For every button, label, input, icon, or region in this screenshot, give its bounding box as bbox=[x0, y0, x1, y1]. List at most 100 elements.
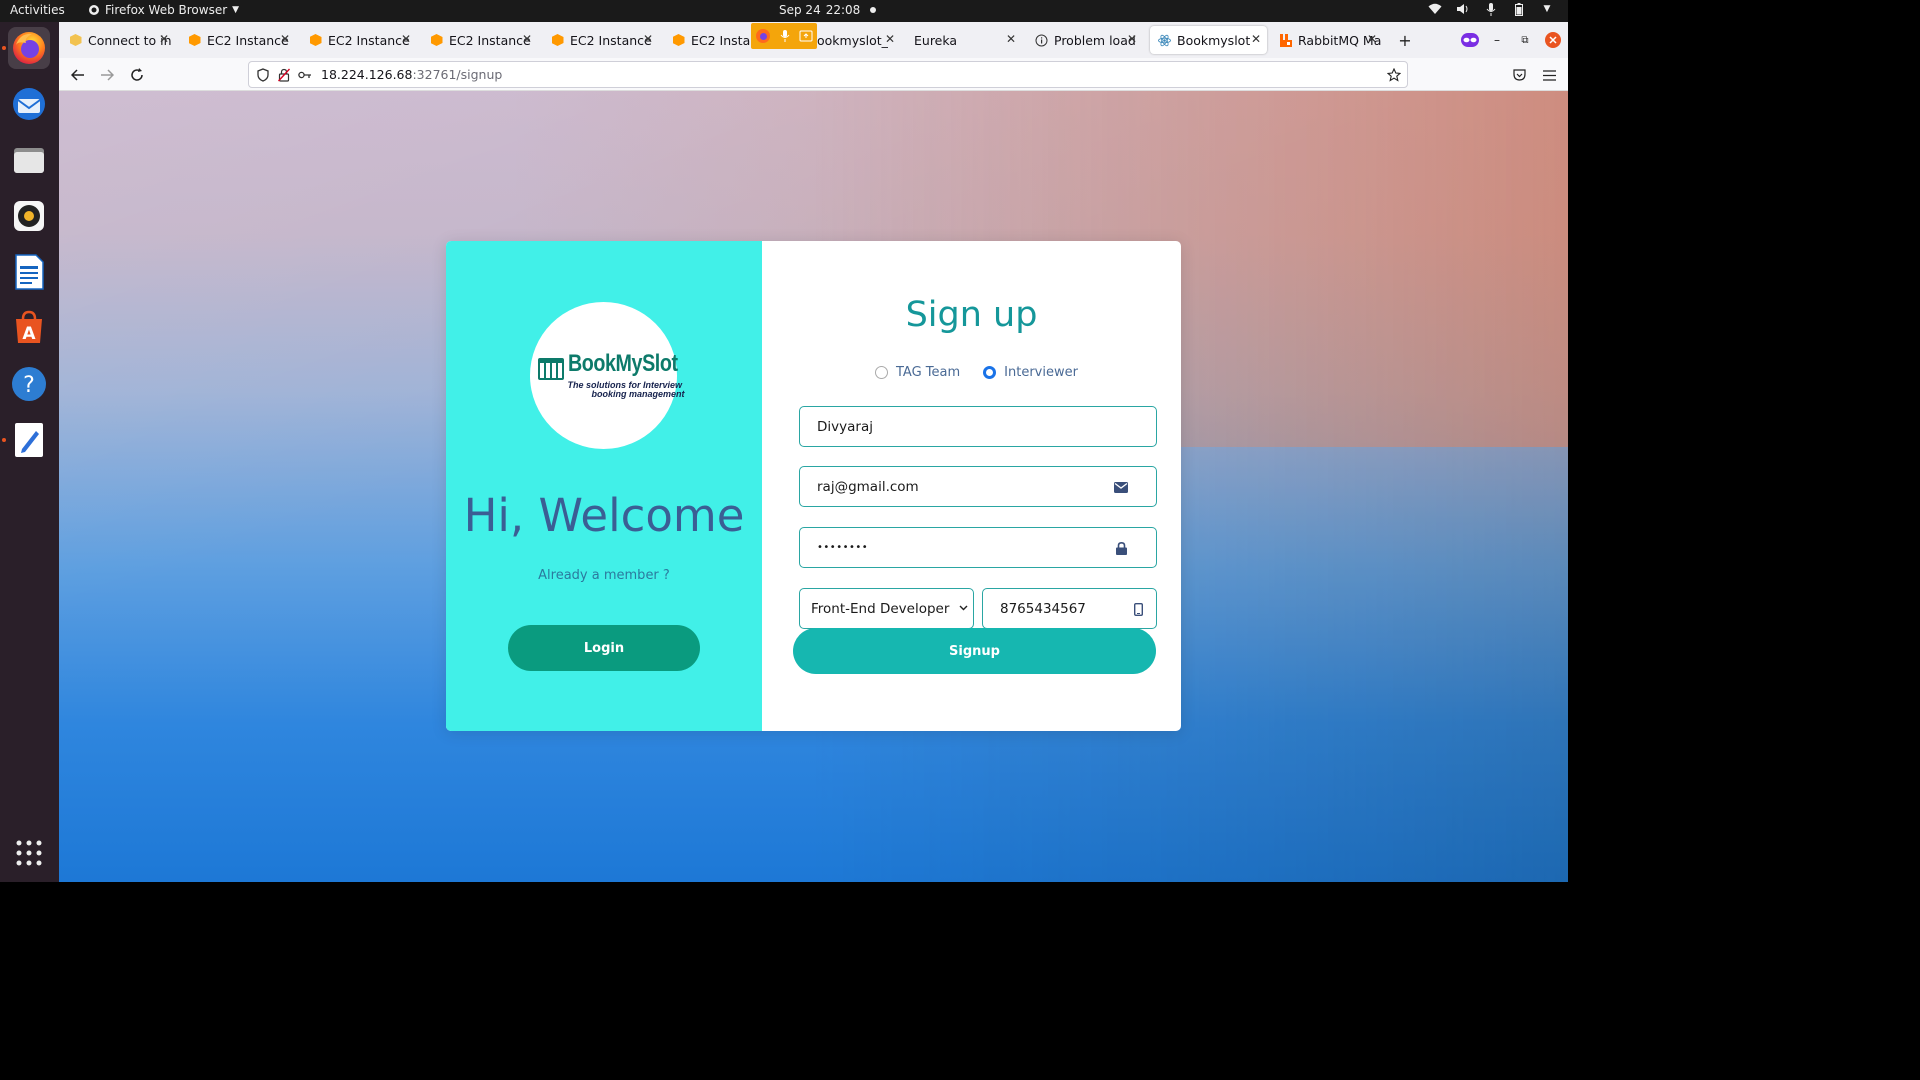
info-icon bbox=[1035, 34, 1048, 47]
tab-ec2-4[interactable]: EC2 Instance ✕ bbox=[543, 26, 659, 54]
tab-label: EC2 Instanc bbox=[691, 32, 752, 48]
close-icon[interactable]: ✕ bbox=[401, 32, 411, 46]
tab-label: EC2 Instance bbox=[449, 32, 531, 48]
back-icon[interactable] bbox=[69, 66, 87, 84]
password-field[interactable]: •••••••• bbox=[799, 527, 1157, 568]
rhythmbox-icon bbox=[14, 201, 44, 231]
dock-software[interactable]: A bbox=[8, 307, 50, 349]
chevron-down-icon: ▼ bbox=[232, 5, 240, 15]
svg-text:?: ? bbox=[23, 373, 35, 398]
activities-button[interactable]: Activities bbox=[10, 3, 65, 17]
tab-bookmyslot-other[interactable]: ookmyslot_ ✕ bbox=[809, 26, 901, 54]
aws-icon bbox=[672, 34, 685, 47]
tab-connect[interactable]: Connect to in ✕ bbox=[61, 26, 175, 54]
reload-icon[interactable] bbox=[128, 66, 146, 84]
wifi-icon bbox=[1428, 2, 1442, 16]
navigation-bar: 18.224.126.68:32761/signup bbox=[59, 58, 1568, 91]
tab-ec2-5[interactable]: EC2 Instanc bbox=[664, 26, 752, 54]
volume-icon bbox=[1456, 2, 1470, 16]
dock-thunderbird[interactable] bbox=[8, 83, 50, 125]
radio-circle[interactable] bbox=[983, 366, 997, 379]
pocket-icon[interactable] bbox=[1510, 66, 1528, 84]
battery-icon bbox=[1512, 2, 1526, 16]
tab-label: Problem load bbox=[1054, 32, 1136, 48]
insecure-connection-icon[interactable] bbox=[276, 67, 292, 83]
close-icon[interactable]: ✕ bbox=[522, 32, 532, 46]
dock-text-editor[interactable] bbox=[8, 419, 50, 461]
dock-app-grid[interactable] bbox=[8, 832, 50, 874]
mobile-phone-icon bbox=[1130, 601, 1146, 617]
power-menu-chevron-icon: ▼ bbox=[1543, 4, 1551, 14]
radio-label: Interviewer bbox=[1004, 365, 1078, 380]
role-select-value: Front-End Developer bbox=[811, 600, 950, 617]
chevron-down-icon bbox=[959, 601, 968, 614]
forward-icon[interactable] bbox=[98, 66, 116, 84]
email-field[interactable]: raj@gmail.com bbox=[799, 466, 1157, 507]
tab-eureka[interactable]: Eureka ✕ bbox=[906, 26, 1022, 54]
close-icon[interactable]: ✕ bbox=[1251, 32, 1261, 46]
close-icon[interactable]: ✕ bbox=[643, 32, 653, 46]
tab-label: EC2 Instance bbox=[207, 32, 289, 48]
close-icon[interactable]: ✕ bbox=[159, 32, 169, 46]
calendar-icon bbox=[537, 357, 564, 380]
phone-field[interactable]: 8765434567 bbox=[982, 588, 1157, 629]
close-icon[interactable]: ✕ bbox=[280, 32, 290, 46]
signup-button[interactable]: Signup bbox=[793, 628, 1156, 674]
close-icon[interactable]: ✕ bbox=[1006, 32, 1016, 46]
already-member-text: Already a member ? bbox=[538, 568, 670, 583]
software-icon: A bbox=[16, 310, 42, 344]
dock-rhythmbox[interactable] bbox=[8, 195, 50, 237]
tracking-protection-icon[interactable] bbox=[255, 67, 271, 83]
radio-circle[interactable] bbox=[875, 366, 888, 379]
tab-ec2-2[interactable]: EC2 Instance ✕ bbox=[301, 26, 417, 54]
close-icon[interactable]: ✕ bbox=[885, 32, 895, 46]
signup-card: BookMySlot The solutions for Interview b… bbox=[446, 241, 1181, 731]
password-value: •••••••• bbox=[817, 542, 869, 553]
bookmark-star-icon[interactable] bbox=[1386, 67, 1402, 83]
role-select[interactable]: Front-End Developer bbox=[799, 588, 974, 629]
microphone-icon bbox=[780, 30, 790, 42]
close-icon[interactable]: ✕ bbox=[1127, 32, 1137, 46]
tab-label: Bookmyslot bbox=[1177, 32, 1251, 48]
writer-icon bbox=[15, 254, 44, 290]
app-grid-icon bbox=[16, 840, 42, 866]
login-button[interactable]: Login bbox=[508, 625, 700, 671]
window-close-icon[interactable] bbox=[1543, 30, 1563, 50]
dock-writer[interactable] bbox=[8, 251, 50, 293]
svg-text:A: A bbox=[22, 324, 36, 344]
radio-tag-team[interactable]: TAG Team bbox=[875, 365, 960, 380]
clock[interactable]: Sep 24 22:08 bbox=[779, 3, 877, 17]
tab-rabbitmq[interactable]: RabbitMQ Ma ✕ bbox=[1271, 26, 1383, 54]
screen-sharing-indicator[interactable] bbox=[751, 23, 817, 49]
firefox-icon bbox=[13, 32, 45, 64]
clock-time: 22:08 bbox=[825, 3, 861, 17]
hamburger-menu-icon[interactable] bbox=[1540, 66, 1558, 84]
files-icon bbox=[14, 148, 44, 173]
restore-icon[interactable]: ⧉ bbox=[1515, 30, 1535, 50]
signup-title: Sign up bbox=[905, 295, 1038, 335]
role-radio-group: TAG Team Interviewer bbox=[875, 365, 1101, 380]
tab-label: ookmyslot_ bbox=[817, 32, 888, 48]
tab-bookmyslot[interactable]: Bookmyslot ✕ bbox=[1150, 26, 1267, 54]
key-icon[interactable] bbox=[297, 67, 313, 83]
tab-problem-loading[interactable]: Problem load ✕ bbox=[1027, 26, 1143, 54]
close-icon[interactable]: ✕ bbox=[1367, 32, 1377, 46]
private-browsing-icon bbox=[1460, 30, 1480, 50]
radio-interviewer[interactable]: Interviewer bbox=[983, 365, 1078, 380]
new-tab-icon[interactable]: + bbox=[1395, 30, 1415, 50]
url-bar[interactable]: 18.224.126.68:32761/signup bbox=[248, 61, 1408, 88]
url-text: 18.224.126.68:32761/signup bbox=[321, 67, 502, 82]
running-indicator bbox=[2, 46, 6, 50]
app-menu[interactable]: Firefox Web Browser ▼ bbox=[88, 3, 239, 17]
tab-label: Eureka bbox=[914, 32, 958, 48]
dock-firefox[interactable] bbox=[8, 27, 50, 69]
minimize-icon[interactable]: – bbox=[1487, 30, 1507, 50]
dock-help[interactable]: ? bbox=[8, 363, 50, 405]
tab-ec2-3[interactable]: EC2 Instance ✕ bbox=[422, 26, 538, 54]
name-field[interactable]: Divyaraj bbox=[799, 406, 1157, 447]
system-tray[interactable]: ▼ bbox=[1428, 2, 1554, 16]
rabbitmq-icon bbox=[1279, 33, 1292, 47]
thunderbird-icon bbox=[13, 88, 45, 120]
dock-files[interactable] bbox=[8, 139, 50, 181]
tab-ec2-1[interactable]: EC2 Instance ✕ bbox=[180, 26, 296, 54]
